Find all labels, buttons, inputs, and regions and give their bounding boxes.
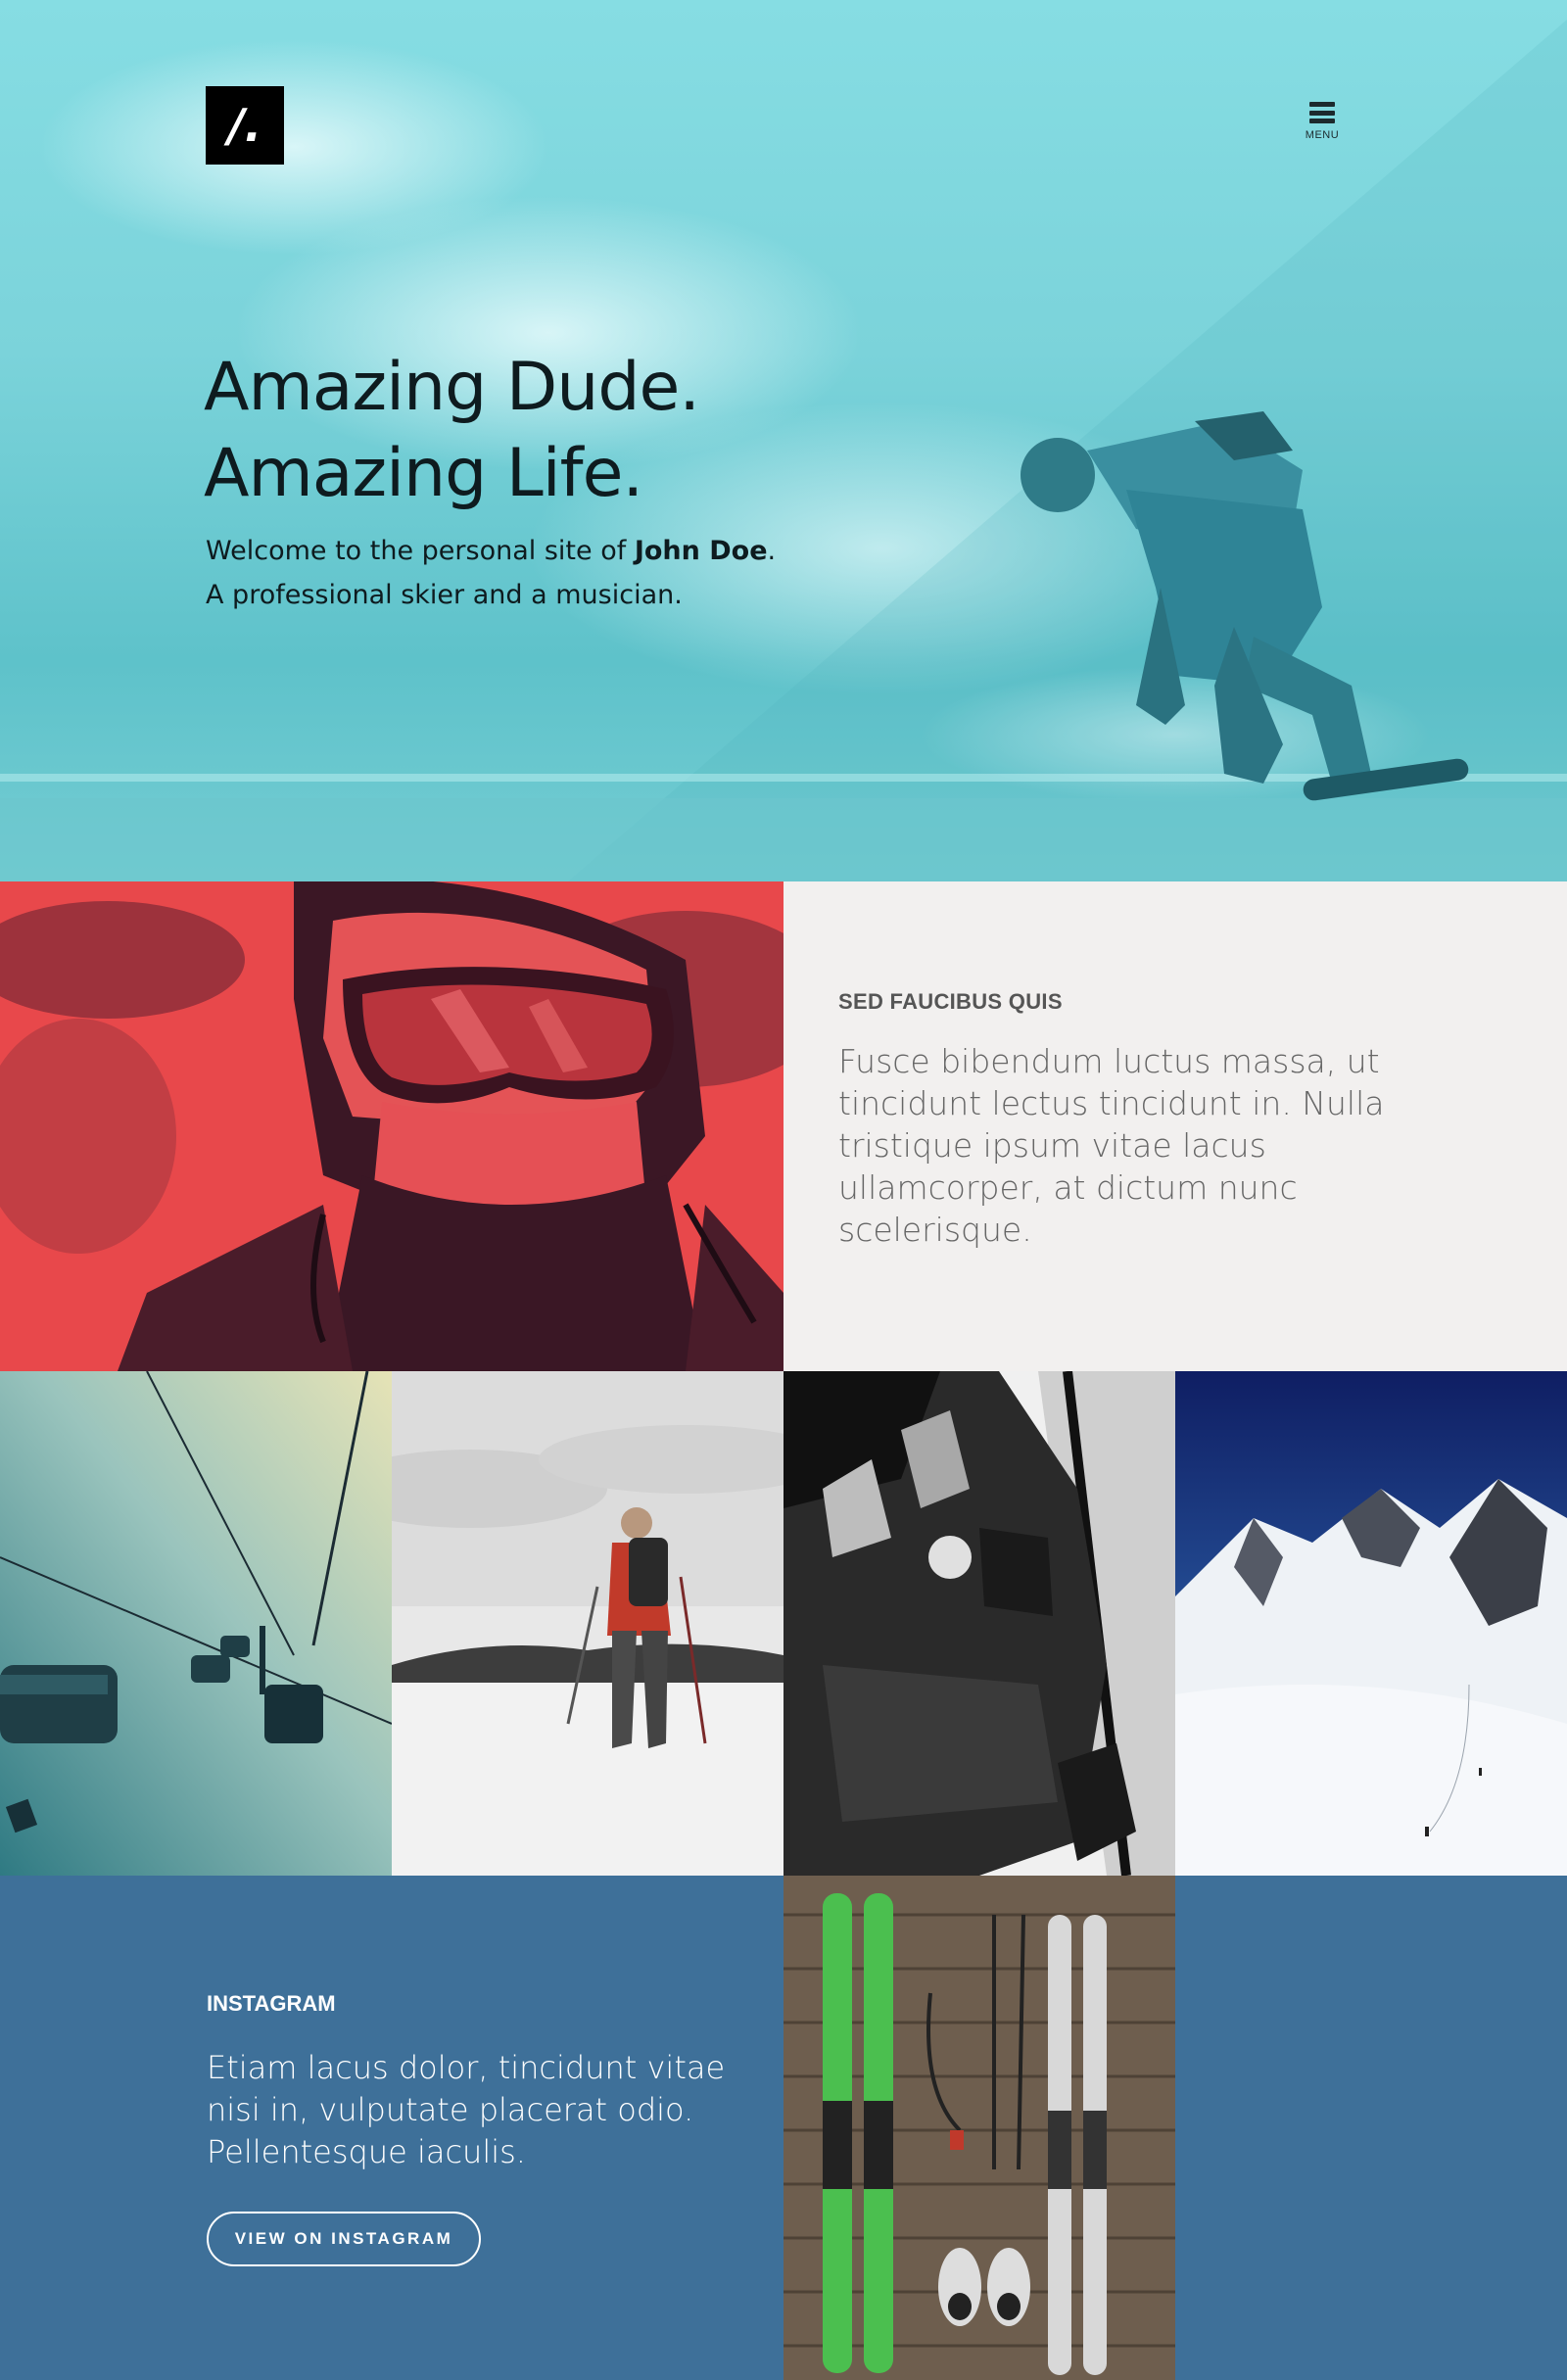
- menu-label: MENU: [1305, 129, 1340, 141]
- mountain-photo[interactable]: [1175, 1371, 1567, 1876]
- ski-boot-photo[interactable]: [784, 1371, 1175, 1876]
- hamburger-icon: [1309, 102, 1335, 123]
- instagram-heading: INSTAGRAM: [207, 1991, 336, 2016]
- hiker-photo[interactable]: [392, 1371, 784, 1876]
- hero-title-line1: Amazing Dude.: [204, 349, 700, 426]
- hero-subtitle-line2: A professional skier and a musician.: [206, 580, 683, 610]
- hero-section: /. MENU Amazing Dude. Amazing Life. Welc…: [0, 0, 1567, 881]
- hero-subtitle: Welcome to the personal site of John Doe…: [206, 529, 891, 617]
- hero-title-line2: Amazing Life.: [204, 435, 643, 512]
- goggle-portrait-photo: [0, 881, 784, 1371]
- hero-title: Amazing Dude. Amazing Life.: [204, 345, 889, 517]
- instagram-panel: INSTAGRAM Etiam lacus dolor, tincidunt v…: [0, 1876, 784, 2380]
- logo-mark: /.: [227, 99, 262, 152]
- site-logo[interactable]: /.: [206, 86, 284, 165]
- instagram-text: Etiam lacus dolor, tincidunt vitae nisi …: [207, 2049, 726, 2170]
- menu-button[interactable]: MENU: [1299, 102, 1346, 151]
- skis-flatlay-photo[interactable]: [784, 1876, 1175, 2380]
- view-on-instagram-button[interactable]: VIEW ON INSTAGRAM: [207, 2212, 481, 2266]
- feature-panel: SED FAUCIBUS QUIS Fusce bibendum luctus …: [784, 881, 1567, 1371]
- instagram-panel-right: [1175, 1876, 1567, 2380]
- hero-subtitle-name: John Doe: [634, 536, 768, 566]
- chairlift-photo[interactable]: [0, 1371, 392, 1876]
- hero-subtitle-prefix: Welcome to the personal site of: [206, 536, 635, 566]
- hero-subtitle-suffix: .: [767, 536, 777, 566]
- feature-heading: SED FAUCIBUS QUIS: [838, 989, 1063, 1014]
- feature-text: Fusce bibendum luctus massa, ut tincidun…: [838, 1042, 1385, 1249]
